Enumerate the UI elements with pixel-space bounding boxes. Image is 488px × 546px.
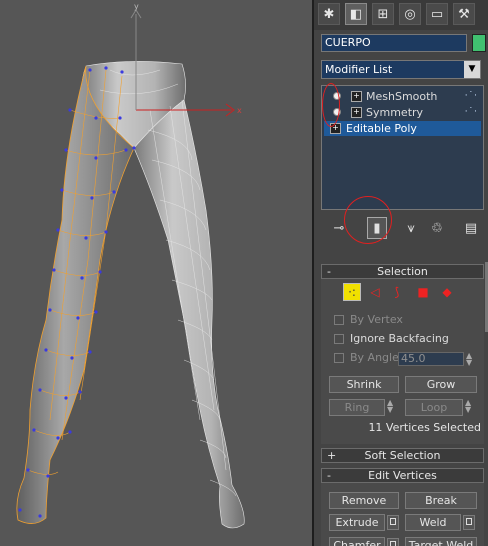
angle-spinner[interactable]: 45.0 — [398, 352, 464, 366]
ring-spinner-icon[interactable]: ▲ ▼ — [387, 399, 393, 414]
border-mode-icon[interactable]: ⟆ — [388, 283, 406, 301]
by-vertex-checkbox[interactable] — [334, 315, 344, 325]
make-unique-icon[interactable]: ⩛ — [401, 217, 421, 239]
ring-button[interactable]: Ring — [329, 399, 385, 416]
object-name-field[interactable]: CUERPO — [321, 34, 467, 52]
selection-status: 11 Vertices Selected — [368, 421, 481, 434]
configure-modifier-sets-icon[interactable]: ▤ — [461, 217, 481, 239]
left-leg-mesh — [16, 65, 135, 524]
rollout-title: Edit Vertices — [368, 469, 437, 482]
stack-item-symmetry[interactable]: + Symmetry ·˙· — [324, 105, 481, 120]
expand-icon[interactable]: + — [351, 107, 362, 118]
by-vertex-label: By Vertex — [350, 313, 403, 326]
display-tab-icon[interactable]: ▭ — [426, 3, 448, 25]
edit-vertices-header[interactable]: - Edit Vertices — [321, 468, 484, 483]
hierarchy-tab-icon[interactable]: ⊞ — [372, 3, 394, 25]
ignore-backfacing-label: Ignore Backfacing — [350, 332, 449, 345]
command-panel: ✱ ◧ ⊞ ◎ ▭ ⚒ CUERPO Modifier List ▼ + Mes… — [314, 0, 488, 546]
gizmo-y-label: y — [134, 2, 139, 11]
shrink-button[interactable]: Shrink — [329, 376, 399, 393]
vertex-mode-icon[interactable]: ·: — [343, 283, 361, 301]
stack-item-editable-poly[interactable]: + Editable Poly — [324, 121, 481, 136]
soft-selection-header[interactable]: + Soft Selection — [321, 448, 484, 463]
create-tab-icon[interactable]: ✱ — [318, 3, 340, 25]
soft-selection-rollout: + Soft Selection — [321, 448, 484, 463]
command-panel-tabs: ✱ ◧ ⊞ ◎ ▭ ⚒ — [314, 0, 488, 30]
loop-button[interactable]: Loop — [405, 399, 463, 416]
gizmo-x-label: x — [237, 106, 242, 115]
loop-spinner-icon[interactable]: ▲ ▼ — [465, 399, 471, 414]
selection-rollout-header[interactable]: - Selection — [321, 264, 484, 279]
extrude-settings-icon[interactable] — [387, 515, 399, 530]
by-angle-checkbox[interactable] — [334, 353, 344, 363]
annotation-circle — [322, 83, 340, 127]
weld-button[interactable]: Weld — [405, 514, 461, 531]
expand-icon[interactable]: + — [351, 91, 362, 102]
grow-button[interactable]: Grow — [405, 376, 477, 393]
stack-item-meshsmooth[interactable]: + MeshSmooth ·˙· — [324, 89, 481, 104]
chamfer-settings-icon[interactable] — [387, 538, 399, 546]
object-color-swatch[interactable] — [472, 34, 486, 52]
perspective-viewport[interactable]: x y — [0, 0, 314, 546]
chamfer-button[interactable]: Chamfer — [329, 537, 385, 546]
target-weld-button[interactable]: Target Weld — [405, 537, 477, 546]
modifier-list-label: Modifier List — [325, 63, 393, 76]
chevron-down-icon[interactable]: ▼ — [464, 61, 480, 78]
rollout-title: Soft Selection — [364, 449, 441, 462]
stack-item-label: Editable Poly — [346, 122, 417, 135]
expand-toggle[interactable]: + — [327, 449, 336, 462]
spinner-arrows-icon[interactable]: ▲ ▼ — [466, 352, 472, 367]
extrude-button[interactable]: Extrude — [329, 514, 385, 531]
modifier-list-dropdown[interactable]: Modifier List ▼ — [321, 60, 481, 79]
polygon-mode-icon[interactable]: ■ — [414, 283, 432, 301]
edge-mode-icon[interactable]: ◁ — [366, 283, 384, 301]
rollout-title: Selection — [377, 265, 428, 278]
ignore-backfacing-checkbox[interactable] — [334, 334, 344, 344]
by-angle-label: By Angle: — [350, 351, 403, 364]
stack-item-label: MeshSmooth — [366, 90, 438, 103]
weld-settings-icon[interactable] — [463, 515, 475, 530]
break-button[interactable]: Break — [405, 492, 477, 509]
stack-item-label: Symmetry — [366, 106, 424, 119]
collapse-toggle[interactable]: - — [327, 265, 331, 278]
right-leg-mesh — [133, 99, 245, 529]
remove-modifier-icon[interactable]: ♲ — [427, 217, 447, 239]
annotation-circle — [344, 196, 392, 244]
dots-icon: ·˙· — [464, 107, 478, 117]
collapse-toggle[interactable]: - — [327, 469, 331, 482]
viewport-canvas: x y — [16, 2, 245, 529]
motion-tab-icon[interactable]: ◎ — [399, 3, 421, 25]
utilities-tab-icon[interactable]: ⚒ — [453, 3, 475, 25]
dots-icon: ·˙· — [464, 91, 478, 101]
modify-tab-icon[interactable]: ◧ — [345, 3, 367, 25]
modifier-stack: + MeshSmooth ·˙· + Symmetry ·˙· + Editab… — [321, 85, 484, 210]
element-mode-icon[interactable]: ◆ — [438, 283, 456, 301]
remove-button[interactable]: Remove — [329, 492, 399, 509]
